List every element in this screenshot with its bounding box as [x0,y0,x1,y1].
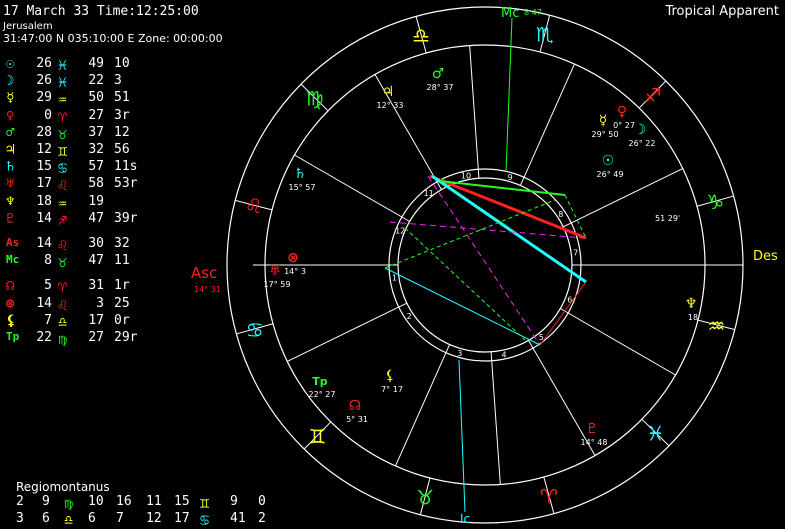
aries-icon: ♈ [540,484,558,508]
planet-degree-label: 26° 22 [629,139,656,148]
house-cusp-tick [401,216,410,222]
wheel-node-icon: ☊ [349,398,361,414]
planet-degree-label: 14° 3 [284,267,306,276]
house-cusp-line [523,63,575,178]
wheel-sun-icon: ☉ [602,153,615,169]
house-cusp-tick [398,302,408,308]
house-number: 10 [461,171,471,180]
aspect-line [404,227,526,341]
house-cusp-tick [490,351,493,361]
imum-coeli-label: Ic [460,512,470,526]
wheel-saturn-icon: ♄ [294,166,307,182]
wheel-tp-label: Tp [312,375,328,388]
pisces-icon: ♓ [646,422,664,446]
house-cusp-line [287,306,399,362]
house-ring-inner [397,177,573,353]
ascendant-position: 14° 31 [194,285,221,294]
ascendant-label: Asc [191,264,217,282]
midheaven-label: Mc [501,6,519,21]
capricorn-icon: ♑ [706,190,724,214]
house-number: 1 [392,274,397,283]
descendant-label: Des [753,249,778,264]
wheel-moon-icon: ☽ [634,122,647,138]
planet-degree-label: 14° 48 [581,438,608,447]
wheel-neptune-icon: ♆ [685,296,698,312]
midheaven-position: 8 47 [524,8,542,17]
house-number: 7 [573,248,578,257]
house-number: 4 [501,351,506,360]
planet-degree-label: 0° 27 [613,121,635,130]
libra-icon: ♎ [412,24,430,48]
house-number: 12 [395,227,405,236]
house-number: 9 [508,173,513,182]
ic-axis [458,359,466,513]
planet-degree-label: 18 [688,313,698,322]
planet-degree-label: 5° 31 [346,415,368,424]
taurus-icon: ♉ [416,485,434,509]
wheel-mars-icon: ♂ [432,66,445,82]
wheel-jupiter-icon: ♃ [382,84,395,100]
cusp-label-7: 51 29' [655,214,680,223]
mc-axis [505,17,513,173]
house-cusp-line [567,312,676,376]
planet-degree-label: 12° 33 [377,101,404,110]
house-cusp-line [491,360,501,485]
house-number: 6 [567,295,572,304]
aspect-line [539,281,587,346]
wheel-mercury-icon: ☿ [599,113,608,129]
wheel-lilith-icon: ⚸ [385,368,395,384]
cancer-icon: ♋ [246,318,264,342]
wheel-venus-icon: ♀ [617,104,627,120]
leo-icon: ♌ [245,194,263,218]
planet-degree-label: 29° 50 [592,130,619,139]
house-number: 3 [457,349,462,358]
virgo-icon: ♍ [306,86,324,110]
planet-degree-label: 15° 57 [289,183,316,192]
scorpio-icon: ♏ [536,23,554,47]
aspect-line [427,175,541,346]
house-number: 11 [424,189,434,198]
house-number: 2 [407,312,412,321]
sagittarius-icon: ♐ [644,84,662,108]
wheel-pluto-icon: ♇ [586,421,599,437]
house-cusp-tick [445,344,451,353]
house-cusp-line [395,352,447,467]
house-cusp-tick [562,222,572,228]
wheel-fortune-icon: ⊗ [287,250,299,266]
house-cusp-tick [519,177,525,186]
planet-degree-label: 17° 59 [264,280,291,289]
planet-degree-label: 7° 17 [381,385,403,394]
planet-degree-label: 22° 27 [309,390,336,399]
chart-wheel: 123 456789101112♌♋♊♉ ♈♓♒♑♐♏♎♍Asc14° 31DesM… [191,6,778,526]
planet-degree-label: 28° 37 [427,83,454,92]
house-cusp-line [469,45,479,170]
house-number: 8 [558,210,563,219]
aquarius-icon: ♒ [707,314,725,338]
planet-degree-label: 26° 49 [597,170,624,179]
wheel-uranus-icon: ♅ [269,263,282,279]
gemini-icon: ♊ [309,424,327,448]
house-cusp-tick [477,169,480,179]
